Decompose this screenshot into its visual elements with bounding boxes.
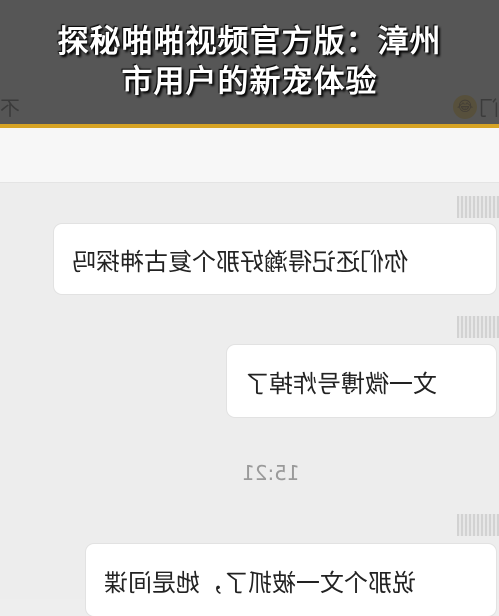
timestamp: 15:21 [242, 461, 300, 485]
message-bubble[interactable]: 文一微博号炸掉了 [227, 345, 496, 417]
page-subtitle: 市用户的新宠体验 [121, 64, 378, 100]
avatar[interactable] [457, 316, 499, 338]
title-banner: 探秘啪啪视频官方版：漳州 市用户的新宠体验 [0, 0, 499, 128]
message-bubble[interactable]: 你们还记得瀚好那个复古神探吗 [54, 224, 496, 294]
message-bubble[interactable]: 说那个文一被抓了，她是间谍 [86, 544, 496, 616]
message-text: 你们还记得瀚好那个复古神探吗 [72, 247, 408, 276]
message-text: 文一微博号炸掉了 [245, 369, 437, 398]
message-text: 说那个文一被抓了，她是间谍 [104, 568, 416, 597]
page-title: 探秘啪啪视频官方版：漳州 [57, 24, 442, 60]
previous-message-card [0, 128, 499, 183]
avatar[interactable] [457, 514, 499, 536]
avatar[interactable] [457, 196, 499, 218]
